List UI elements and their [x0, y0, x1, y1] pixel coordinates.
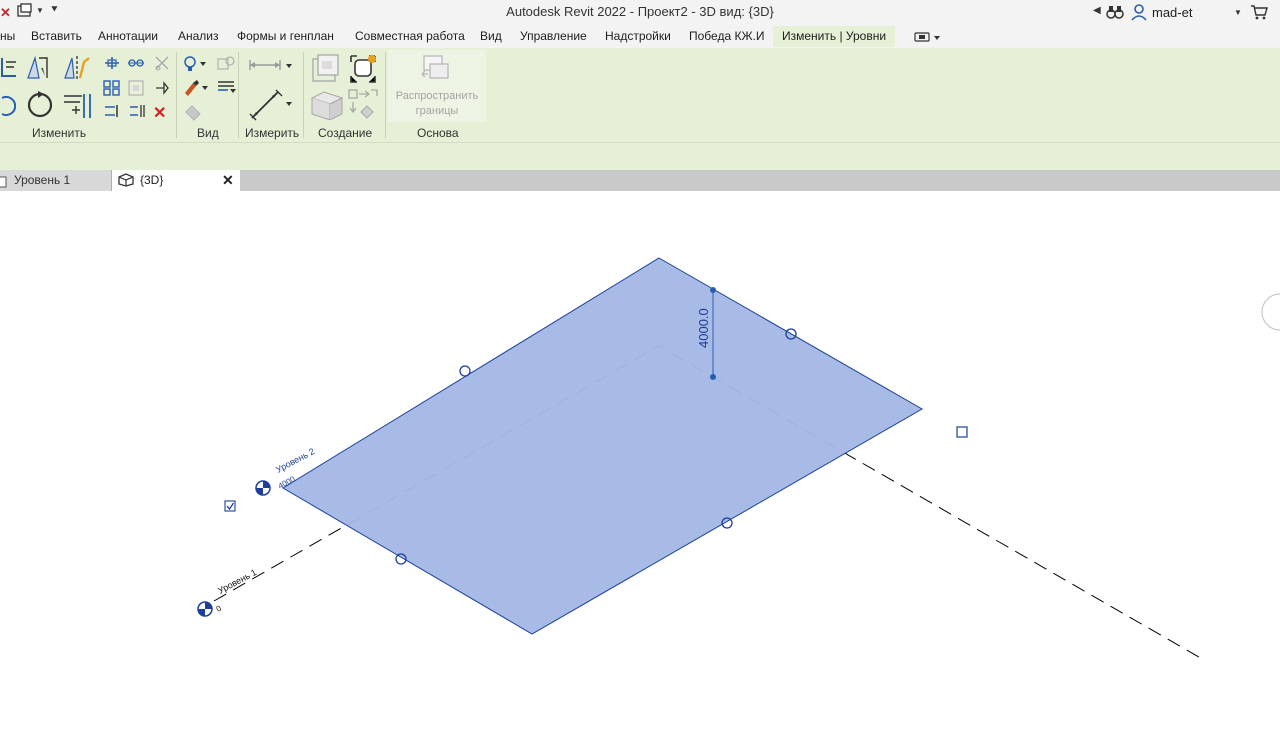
user-name[interactable]: mad-et [1152, 5, 1192, 20]
dimension-grip-dot[interactable] [710, 287, 716, 293]
sync-icon[interactable] [16, 3, 34, 22]
offset-icon[interactable] [25, 54, 53, 85]
hide-bubble-checkbox[interactable] [224, 500, 236, 512]
pin-icon[interactable] [153, 80, 171, 99]
panel-separator [176, 52, 177, 138]
copy-icon[interactable] [127, 56, 145, 73]
paint-icon[interactable] [183, 79, 209, 100]
view-tab-3d[interactable]: {3D} ✕ [112, 170, 240, 191]
level-end-grip-square[interactable] [956, 426, 968, 438]
tab-insert[interactable]: Вставить [31, 29, 82, 43]
create-parts-icon[interactable] [310, 88, 344, 123]
window-title: Autodesk Revit 2022 - Проект2 - 3D вид: … [506, 4, 774, 19]
dimension-grip-dot[interactable] [710, 374, 716, 380]
revit-close-icon[interactable]: ✕ [0, 5, 11, 21]
tab-annotate[interactable]: Аннотации [98, 29, 158, 43]
close-tab-icon[interactable]: ✕ [222, 170, 234, 191]
align-distribute-icon[interactable] [128, 103, 146, 122]
tab-collaborate[interactable]: Совместная работа [355, 29, 465, 43]
propagate-extents-label-1: Распространить [395, 90, 479, 102]
panel-create-label[interactable]: Создание [318, 126, 372, 140]
viewcube-edge[interactable] [1261, 293, 1280, 331]
scale-icon[interactable] [128, 80, 146, 99]
trim-icon[interactable] [153, 54, 171, 75]
cart-icon[interactable] [1250, 4, 1268, 23]
title-bar: ✕ ▼ ⯆ Autodesk Revit 2022 - Проект2 - 3D… [0, 0, 1280, 26]
temp-dimension-text[interactable]: 4000.0 [696, 308, 711, 348]
level1-head[interactable]: Уровень 1 0 [197, 567, 258, 617]
rotate-icon[interactable] [0, 92, 17, 123]
tab-addins[interactable]: Надстройки [605, 29, 671, 43]
3d-viewport-svg[interactable]: 4000.0 Уровень 2 4000 Уровень 1 0 [0, 191, 1280, 749]
propagate-extents-button[interactable]: Распространить границы [388, 50, 486, 122]
rotate-large-icon[interactable] [25, 90, 55, 123]
tab-analyze[interactable]: Анализ [178, 29, 219, 43]
ribbon: ✕ Изменить Вид Измерить Создание Распрос… [0, 48, 1280, 142]
tab-manage-prev[interactable]: ны [0, 29, 15, 43]
propagate-extents-label-2: границы [415, 105, 459, 117]
panel-separator [385, 52, 386, 138]
tab-view[interactable]: Вид [480, 29, 502, 43]
tab-massing-site[interactable]: Формы и генплан [237, 29, 334, 43]
user-icon[interactable] [1131, 3, 1147, 24]
measure-between-icon[interactable] [248, 56, 294, 77]
quick-access-dropdown-icon[interactable]: ▼ [36, 6, 44, 15]
delete-icon[interactable]: ✕ [153, 103, 166, 123]
tab-pobeda[interactable]: Победа КЖ.И [689, 29, 765, 43]
mirror-pick-axis-icon[interactable] [62, 54, 92, 85]
move-icon[interactable] [103, 56, 121, 73]
panel-separator [238, 52, 239, 138]
propagate-extents-icon [420, 52, 452, 87]
view-tab-label: {3D} [140, 173, 164, 187]
3d-viewport[interactable]: 4000.0 Уровень 2 4000 Уровень 1 0 [0, 191, 1280, 749]
aligned-dimension-icon[interactable] [248, 88, 294, 125]
split-element-icon[interactable] [62, 90, 94, 123]
user-menu-chevron-icon[interactable]: ▼ [1234, 8, 1242, 17]
panel-measure-label[interactable]: Измерить [245, 126, 299, 140]
view-tab-label: Уровень 1 [14, 173, 71, 187]
create-group-icon[interactable] [347, 52, 379, 89]
plane-grip-circle[interactable] [459, 365, 471, 377]
align-icon[interactable] [0, 54, 18, 83]
tab-manage[interactable]: Управление [520, 29, 587, 43]
array-icon[interactable] [103, 80, 121, 99]
panel-separator [303, 52, 304, 138]
customize-qat-icon[interactable]: ⯆ [50, 4, 59, 17]
level1-elevation[interactable]: 0 [215, 603, 224, 613]
line-styles-icon[interactable] [216, 79, 236, 100]
create-assembly-icon[interactable] [310, 53, 342, 88]
tab-modify-levels[interactable]: Изменить | Уровни [773, 26, 896, 47]
level1-name[interactable]: Уровень 1 [216, 567, 258, 596]
linework-eraser-icon[interactable] [183, 103, 203, 124]
panel-base-label[interactable]: Основа [417, 126, 459, 140]
binoculars-icon[interactable] [1106, 4, 1124, 23]
override-graphics-icon[interactable] [183, 55, 207, 76]
ribbon-display-toggle-icon[interactable] [914, 30, 942, 47]
create-similar-icon[interactable] [347, 88, 379, 123]
panel-view-label[interactable]: Вид [197, 126, 219, 140]
unpin-icon[interactable] [103, 103, 121, 122]
view-tab-bar: Уровень 1 {3D} ✕ [0, 170, 1280, 191]
level2-name[interactable]: Уровень 2 [274, 446, 316, 475]
options-bar [0, 142, 1280, 171]
panel-modify-label[interactable]: Изменить [32, 126, 86, 140]
level2-plane[interactable] [282, 257, 924, 635]
scroll-left-icon[interactable]: ◀ [1093, 5, 1101, 16]
view-linework-icon[interactable] [216, 55, 236, 76]
view-tab-level1[interactable]: Уровень 1 [0, 170, 112, 191]
ribbon-tab-bar: ны Вставить Аннотации Анализ Формы и ген… [0, 26, 1280, 48]
